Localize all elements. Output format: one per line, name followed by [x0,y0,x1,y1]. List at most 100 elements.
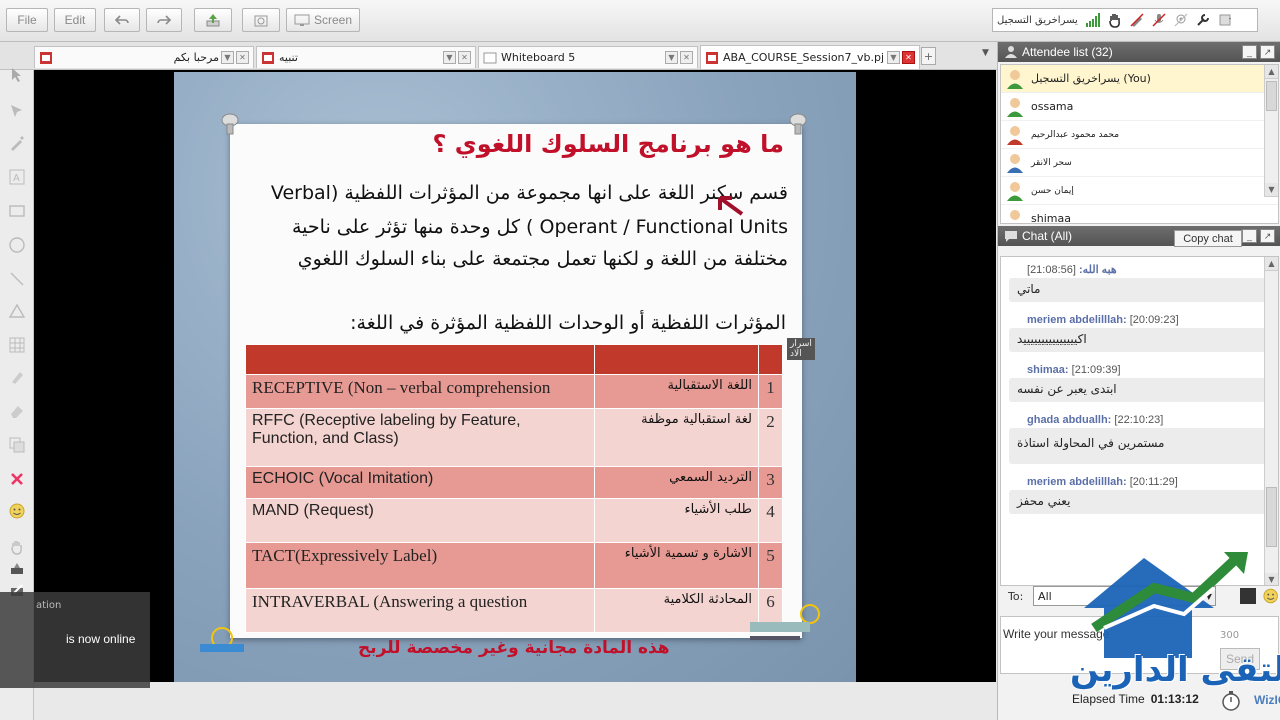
slide-paragraph-line-2: Operant / Functional Units ) كل وحدة منه… [292,216,788,238]
scroll-down-icon[interactable]: ▼ [1265,183,1278,197]
settings-wrench-icon[interactable] [1192,9,1214,31]
laser-pointer-arrow-icon [718,196,744,216]
operant-arabic: الترديد السمعي [593,466,759,499]
screen-share-button[interactable]: Screen [286,8,360,32]
verbal-operants-table: RECEPTIVE (Non – verbal comprehension ال… [245,344,784,633]
table-tool[interactable] [6,334,28,356]
microphone-muted-icon[interactable] [1148,9,1170,31]
ellipse-tool[interactable] [6,234,28,256]
list-item[interactable]: سحر الانقر [1001,149,1278,177]
operant-number: 1 [757,374,784,409]
expand-icon[interactable]: ↗ [1260,229,1275,243]
scroll-thumb[interactable] [1266,81,1277,111]
tab-label: Whiteboard 5 [501,51,576,64]
scroll-up-icon[interactable]: ▲ [1265,257,1278,271]
chat-text: ماتي [1009,278,1272,302]
attendee-name: shimaa [1031,212,1071,224]
redo-button[interactable] [146,8,182,32]
hand-tool[interactable] [6,536,28,558]
chat-message: meriem abdelilllah: [20:09:23] اكييييييي… [1009,314,1272,352]
tab-whiteboard-5[interactable]: Whiteboard 5 ▼ ✕ [478,46,698,68]
tab-welcome[interactable]: مرحبا بكم ▼ ✕ [34,46,254,68]
tab-dropdown-icon[interactable]: ▼ [887,51,900,64]
tab-dropdown-icon[interactable]: ▼ [443,51,456,64]
monitor-icon [294,14,310,26]
tab-close-icon[interactable]: ✕ [236,51,249,64]
chat-text: اكيييييييييييييييد [1009,328,1272,352]
user-avatar-icon [1007,153,1023,173]
list-item[interactable]: إيمان حسن [1001,177,1278,205]
list-item[interactable]: ossama [1001,93,1278,121]
slide-title: ما هو برنامج السلوك اللغوي ؟ [432,130,784,158]
tab-close-icon[interactable]: ✕ [458,51,471,64]
attendee-scrollbar[interactable]: ▲ ▼ [1264,65,1278,197]
tab-close-icon[interactable]: ✕ [902,51,915,64]
table-row: INTRAVERBAL (Answering a question المحاد… [245,588,784,633]
eraser-tool[interactable] [6,400,28,422]
chat-text: ابتدى يعبر عن نفسه [1009,378,1272,402]
highlighter-tool[interactable] [6,366,28,388]
chat-sender: هبه الله: [1079,264,1117,276]
pencil-disabled-icon[interactable] [1126,9,1148,31]
table-row: RECEPTIVE (Non – verbal comprehension ال… [245,374,784,409]
operant-number: 3 [757,466,784,499]
expand-icon[interactable]: ↗ [1260,45,1275,59]
main-toolbar: File Edit Screen يسراخريق التسجيل [0,0,1280,42]
raise-hand-icon[interactable] [1104,9,1126,31]
tab-dropdown-icon[interactable]: ▼ [221,51,234,64]
attendee-list: يسراخريق التسجيل (You) ossama محمد محمود… [1000,64,1279,224]
line-icon [10,272,24,286]
status-dropdown-icon[interactable] [1214,9,1236,31]
tab-label: مرحبا بكم [173,51,219,64]
pointer-tool[interactable] [6,64,28,86]
emoticon-picker-icon[interactable] [1262,587,1279,605]
tab-dropdown-icon[interactable]: ▼ [665,51,678,64]
fill-tool[interactable] [6,558,28,580]
scroll-up-icon[interactable]: ▲ [1265,65,1278,79]
arrow-pointer-icon [12,68,21,82]
minimize-icon[interactable]: _ [1242,45,1257,59]
paint-bucket-icon [11,563,23,574]
table-row: TACT(Expressively Label) الاشارة و تسمية… [245,542,784,589]
chat-sender: meriem abdelilllah: [1027,476,1127,488]
capture-button[interactable] [242,8,280,32]
operant-english: INTRAVERBAL (Answering a question [245,588,595,633]
upload-button[interactable] [194,8,232,32]
people-icon [1005,46,1017,58]
tab-notice[interactable]: تنبيه ▼ ✕ [256,46,476,68]
tab-aba-course-session7[interactable]: ABA_COURSE_Session7_vb.pj ▼ ✕ [700,45,920,69]
circle-icon [9,237,25,253]
triangle-tool[interactable] [6,300,28,322]
tab-label: تنبيه [279,51,298,64]
tab-close-icon[interactable]: ✕ [680,51,693,64]
select-tool[interactable] [6,100,28,122]
recipient-label: To: [1008,589,1024,603]
file-menu-button[interactable]: File [6,8,48,32]
pencil-tool[interactable] [6,132,28,154]
chat-text: مستمرين في المحاولة استاذة [1009,428,1272,464]
undo-button[interactable] [104,8,140,32]
minimize-icon[interactable]: _ [1242,229,1257,243]
tabs-overflow-icon[interactable]: ▼ [982,48,994,62]
edit-menu-button[interactable]: Edit [54,8,96,32]
webcam-icon[interactable] [1170,9,1192,31]
text-tool[interactable]: A [6,166,28,188]
line-tool[interactable] [6,268,28,290]
scroll-thumb[interactable] [1266,487,1277,547]
add-tab-button[interactable]: + [921,47,936,65]
copy-tool[interactable] [6,434,28,456]
list-item[interactable]: محمد محمود عبدالرحيم [1001,121,1278,149]
operant-arabic: لغة استقبالية موظفة [593,408,759,467]
chat-sender: meriem abdelilllah: [1027,314,1127,326]
rectangle-tool[interactable] [6,200,28,222]
operant-number: 5 [757,542,784,589]
list-item[interactable]: shimaa [1001,205,1278,224]
list-item[interactable]: يسراخريق التسجيل (You) [1001,65,1278,93]
emoticon-tool[interactable] [6,500,28,522]
chat-scrollbar[interactable]: ▲ ▼ [1264,257,1278,585]
text-icon: A [9,169,25,185]
clear-tool[interactable] [6,468,28,490]
copy-chat-button[interactable]: Copy chat [1174,230,1242,247]
svg-text:A: A [13,173,20,184]
chat-timestamp: [21:09:39] [1071,364,1121,376]
